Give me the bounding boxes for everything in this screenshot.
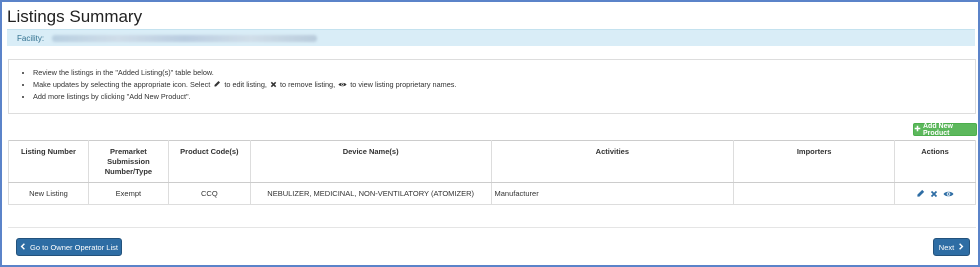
cell-premarket: Exempt [87, 182, 169, 205]
facility-value-redacted [52, 35, 318, 43]
go-to-owner-operator-list-button[interactable]: Go to Owner Operator List [16, 238, 122, 256]
eye-icon [338, 80, 347, 92]
cell-actions [894, 182, 976, 205]
chevron-right-icon [958, 242, 964, 252]
cell-listing-number: New Listing [8, 182, 89, 205]
instruction-item: Make updates by selecting the appropriat… [33, 79, 975, 92]
table-row: New Listing Exempt CCQ NEBULIZER, MEDICI… [8, 182, 976, 205]
close-icon [270, 80, 277, 92]
listings-table: Listing Number Premarket Submission Numb… [8, 140, 976, 205]
next-button[interactable]: Next [933, 238, 970, 256]
page-title: Listings Summary [7, 7, 143, 26]
edit-listing-pencil-icon[interactable] [916, 189, 925, 198]
header-device-names: Device Name(s) [249, 140, 492, 183]
table-header-row: Listing Number Premarket Submission Numb… [8, 140, 976, 183]
add-new-product-label: Add New Product [923, 122, 953, 137]
instruction-item: Review the listings in the "Added Listin… [33, 67, 975, 79]
header-product-codes: Product Code(s) [167, 140, 251, 183]
header-premarket: Premarket Submission Number/Type [87, 140, 169, 183]
chevron-left-icon [20, 242, 26, 252]
header-importers: Importers [733, 140, 896, 183]
header-activities: Activities [490, 140, 735, 183]
plus-icon [914, 125, 921, 134]
view-names-eye-icon[interactable] [943, 190, 954, 198]
pencil-icon [213, 80, 221, 92]
header-listing-number: Listing Number [8, 140, 89, 183]
instruction-item: Add more listings by clicking "Add New P… [33, 91, 975, 103]
back-button-label: Go to Owner Operator List [30, 242, 118, 252]
next-button-label: Next [938, 242, 955, 252]
header-actions: Actions [894, 140, 976, 183]
cell-product-code: CCQ [167, 182, 251, 205]
page-frame: Listings Summary Facility: Review the li… [0, 0, 980, 267]
facility-label: Facility: [17, 34, 45, 43]
cell-importers [733, 182, 896, 205]
instructions-panel: Review the listings in the "Added Listin… [8, 59, 976, 114]
remove-listing-close-icon[interactable] [930, 190, 938, 198]
footer-divider [8, 227, 976, 228]
add-new-product-button[interactable]: Add New Product [913, 122, 977, 137]
facility-bar: Facility: [7, 29, 975, 46]
cell-activities: Manufacturer [490, 182, 735, 205]
cell-device-name: NEBULIZER, MEDICINAL, NON-VENTILATORY (A… [249, 182, 492, 205]
